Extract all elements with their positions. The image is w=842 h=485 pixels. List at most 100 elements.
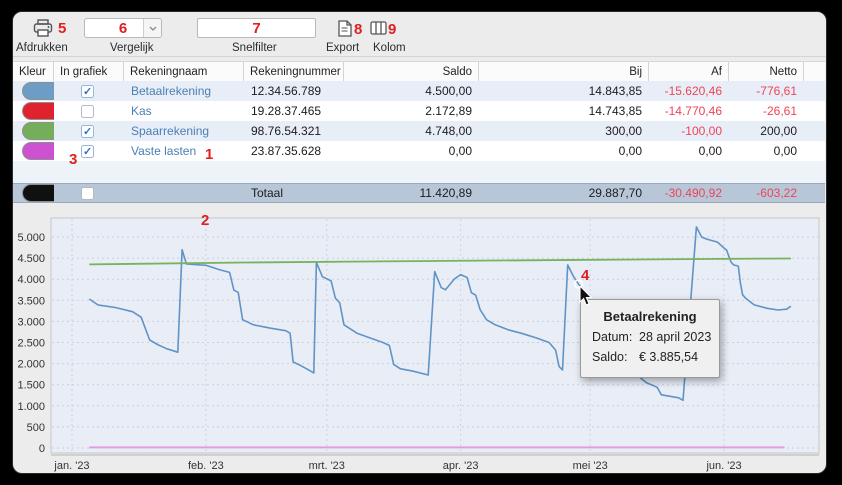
export-label: Export [326, 42, 359, 54]
bij-value: 0,00 [619, 144, 642, 158]
header-saldo[interactable]: Saldo [344, 62, 479, 81]
total-label: Totaal [244, 186, 344, 200]
color-pill[interactable] [22, 102, 54, 120]
account-number: 19.28.37.465 [244, 104, 344, 118]
netto-value: -26,61 [763, 104, 797, 118]
table-row[interactable]: Betaalrekening 12.34.56.789 4.500,00 14.… [13, 81, 825, 101]
svg-text:1.000: 1.000 [17, 401, 45, 413]
tooltip-datum-label: Datum: [592, 330, 639, 344]
account-name[interactable]: Vaste lasten [124, 144, 244, 158]
chart-tooltip: Betaalrekening Datum:28 april 2023 Saldo… [580, 299, 720, 378]
svg-text:apr. '23: apr. '23 [443, 460, 479, 472]
total-saldo: 11.420,89 [420, 186, 473, 200]
account-number: 12.34.56.789 [244, 84, 344, 98]
print-label: Afdrukken [16, 42, 68, 54]
table-row[interactable]: Spaarrekening 98.76.54.321 4.748,00 300,… [13, 121, 825, 141]
color-pill[interactable] [22, 82, 54, 100]
account-name[interactable]: Kas [124, 104, 244, 118]
mouse-cursor-icon [579, 286, 594, 312]
svg-text:4.500: 4.500 [17, 253, 45, 265]
kolom-label: Kolom [373, 42, 406, 54]
chevron-down-icon [143, 19, 161, 37]
bij-value: 14.843,85 [589, 84, 642, 98]
header-kleur[interactable]: Kleur [13, 62, 54, 81]
svg-text:jun. '23: jun. '23 [705, 460, 741, 472]
columns-icon[interactable] [370, 21, 387, 40]
total-af: -30.490,92 [665, 186, 722, 200]
annotation-2: 2 [201, 212, 209, 229]
header-spare [804, 62, 825, 81]
svg-text:feb. '23: feb. '23 [188, 460, 224, 472]
tooltip-saldo-value: € 3.885,54 [639, 350, 698, 364]
snelfilter-label: Snelfilter [232, 42, 277, 54]
header-bij[interactable]: Bij [479, 62, 649, 81]
saldo-value: 0,00 [449, 144, 472, 158]
table-row[interactable]: Vaste lasten 23.87.35.628 0,00 0,00 0,00… [13, 141, 825, 161]
svg-text:mei '23: mei '23 [573, 460, 608, 472]
svg-text:2.500: 2.500 [17, 338, 45, 350]
annotation-5: 5 [58, 20, 66, 37]
toolbar: 5 Afdrukken 6 Vergelijk 7 Snelfilter 8 E… [13, 12, 826, 57]
bij-value: 300,00 [605, 124, 642, 138]
header-af[interactable]: Af [649, 62, 729, 81]
netto-value: -776,61 [756, 84, 797, 98]
in-graph-checkbox[interactable] [81, 125, 94, 138]
svg-text:mrt. '23: mrt. '23 [309, 460, 345, 472]
netto-value: 200,00 [760, 124, 797, 138]
svg-text:3.000: 3.000 [17, 316, 45, 328]
svg-text:jan. '23: jan. '23 [53, 460, 89, 472]
af-value: -15.620,46 [665, 84, 722, 98]
svg-text:0: 0 [39, 443, 45, 455]
in-graph-checkbox[interactable] [81, 105, 94, 118]
header-rekeningnaam[interactable]: Rekeningnaam [124, 62, 244, 81]
table-row[interactable]: Kas 19.28.37.465 2.172,89 14.743,85 -14.… [13, 101, 825, 121]
table-header: Kleur In grafiek Rekeningnaam Rekeningnu… [13, 61, 825, 82]
table-spacer [13, 161, 825, 183]
af-value: 0,00 [699, 144, 722, 158]
annotation-7: 7 [252, 20, 260, 37]
in-graph-checkbox[interactable] [81, 85, 94, 98]
header-rekeningnummer[interactable]: Rekeningnummer [244, 62, 344, 81]
af-value: -14.770,46 [665, 104, 722, 118]
account-number: 98.76.54.321 [244, 124, 344, 138]
header-in-grafiek[interactable]: In grafiek [54, 62, 124, 81]
tooltip-saldo-label: Saldo: [592, 350, 639, 364]
total-row: Totaal 11.420,89 29.887,70 -30.490,92 -6… [13, 183, 825, 203]
svg-text:3.500: 3.500 [17, 295, 45, 307]
vergelijk-label: Vergelijk [110, 42, 153, 54]
header-netto[interactable]: Netto [729, 62, 804, 81]
total-netto: -603,22 [756, 186, 797, 200]
in-graph-checkbox[interactable] [81, 187, 94, 200]
export-icon[interactable] [337, 20, 352, 42]
in-graph-checkbox[interactable] [81, 145, 94, 158]
color-pill[interactable] [22, 122, 54, 140]
svg-text:5.000: 5.000 [17, 232, 45, 244]
vergelijk-dropdown[interactable]: 6 [84, 18, 162, 38]
tooltip-datum-value: 28 april 2023 [639, 330, 711, 344]
account-name[interactable]: Spaarrekening [124, 124, 244, 138]
color-pill[interactable] [22, 142, 54, 160]
annotation-4: 4 [581, 267, 589, 284]
svg-text:4.000: 4.000 [17, 274, 45, 286]
annotation-3: 3 [69, 151, 77, 168]
saldo-value: 4.748,00 [425, 124, 472, 138]
saldo-value: 4.500,00 [425, 84, 472, 98]
annotation-8: 8 [354, 21, 362, 38]
svg-text:2.000: 2.000 [17, 359, 45, 371]
annotation-1: 1 [205, 146, 213, 163]
annotation-6: 6 [119, 20, 127, 37]
total-bij: 29.887,70 [589, 186, 642, 200]
saldo-value: 2.172,89 [425, 104, 472, 118]
af-value: -100,00 [681, 124, 722, 138]
tooltip-title: Betaalrekening [581, 309, 719, 324]
print-icon[interactable] [33, 19, 53, 43]
color-pill[interactable] [22, 184, 54, 202]
svg-text:1.500: 1.500 [17, 380, 45, 392]
account-name[interactable]: Betaalrekening [124, 84, 244, 98]
svg-text:500: 500 [27, 422, 45, 434]
app-window: 5 Afdrukken 6 Vergelijk 7 Snelfilter 8 E… [13, 12, 826, 473]
netto-value: 0,00 [774, 144, 797, 158]
snelfilter-input[interactable]: 7 [197, 18, 316, 38]
account-number: 23.87.35.628 [244, 144, 344, 158]
annotation-9: 9 [388, 21, 396, 38]
